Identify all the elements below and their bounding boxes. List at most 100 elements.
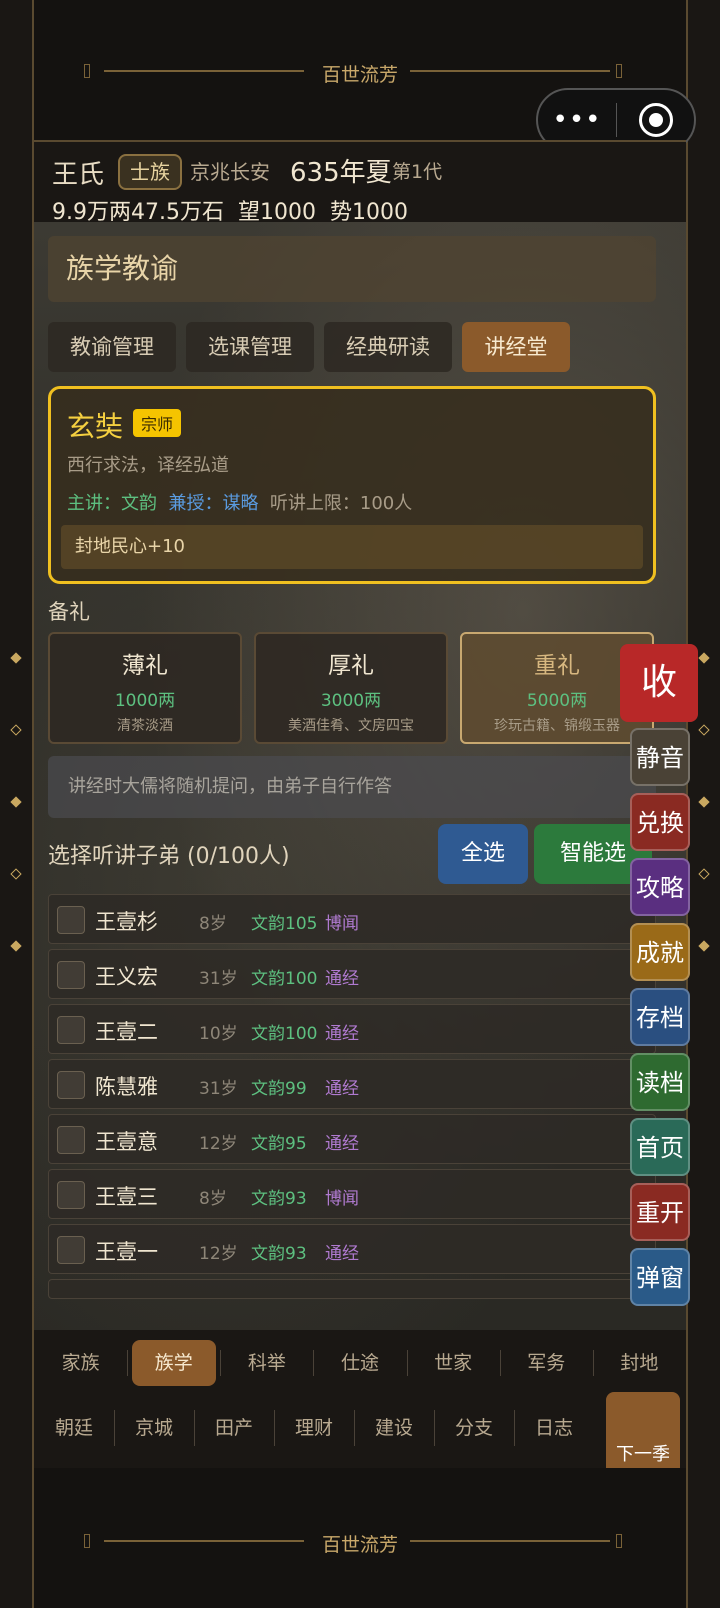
redeem-button[interactable]: 兑换: [630, 793, 690, 851]
secondary-nav: 朝廷 京城 田产 理财 建设 分支 日志: [34, 1396, 594, 1460]
capsule-divider: [616, 103, 617, 137]
guide-button[interactable]: 攻略: [630, 858, 690, 916]
student-skill: 文韵105: [251, 914, 318, 934]
banner-title: 百世流芳: [321, 64, 398, 86]
collapse-menu-button[interactable]: 收: [620, 644, 698, 722]
achievements-button[interactable]: 成就: [630, 923, 690, 981]
nav-military[interactable]: 军务: [499, 1340, 593, 1386]
teacher-rank-badge: 宗师: [133, 409, 182, 437]
restart-button[interactable]: 重开: [630, 1183, 690, 1241]
student-skill: 文韵100: [251, 969, 318, 989]
student-list: 王壹杉 8岁 文韵105 博闻 王义宏 31岁 文韵100 通经 王壹二 10岁…: [48, 894, 656, 1304]
teacher-motto: 西行求法，译经弘道: [67, 455, 229, 476]
nav-label: 家族: [61, 1352, 100, 1374]
nav-label: 封地: [620, 1352, 659, 1374]
teacher-name: 玄奘: [67, 410, 124, 443]
gift-desc: 美酒佳肴、文房四宝: [288, 718, 414, 734]
checkbox[interactable]: [57, 1126, 85, 1154]
frame-ornament: [10, 796, 22, 808]
nav-family[interactable]: 家族: [34, 1340, 127, 1386]
tab-course-management[interactable]: 选课管理: [186, 322, 314, 372]
nav-noble-families[interactable]: 世家: [406, 1340, 500, 1386]
generation-label: 第1代: [392, 161, 443, 183]
list-item[interactable]: 王壹一 12岁 文韵93 通经: [48, 1224, 656, 1274]
nav-career[interactable]: 仕途: [313, 1340, 406, 1386]
family-name: 王氏: [52, 160, 105, 190]
frame-ornament: [698, 940, 710, 952]
frame-ornament: [10, 724, 22, 736]
checkbox[interactable]: [57, 1071, 85, 1099]
student-name: 王壹一: [95, 1240, 158, 1264]
list-item[interactable]: 王壹二 10岁 文韵100 通经: [48, 1004, 656, 1054]
teacher-card: 玄奘 宗师 西行求法，译经弘道 主讲：文韵 兼授：谋略 听讲上限：100人 封地…: [48, 386, 656, 584]
nav-estates[interactable]: 田产: [194, 1396, 274, 1460]
frame-ornament: [698, 868, 710, 880]
gift-price: 3000两: [320, 691, 382, 711]
sub-subject-value: 谋略: [222, 493, 259, 514]
location-label: 京兆长安: [190, 160, 270, 184]
student-name: 王义宏: [95, 965, 158, 989]
banner-title: 百世流芳: [321, 1534, 398, 1556]
checkbox[interactable]: [57, 961, 85, 989]
nav-label: 科举: [247, 1352, 286, 1374]
checkbox[interactable]: [57, 1236, 85, 1264]
student-age: 8岁: [199, 1189, 227, 1209]
home-button[interactable]: 首页: [630, 1118, 690, 1176]
tab-lecture-hall[interactable]: 讲经堂: [462, 322, 570, 372]
checkbox[interactable]: [57, 906, 85, 934]
nav-court[interactable]: 朝廷: [34, 1396, 114, 1460]
content-area: 族学教谕 教谕管理 选课管理 经典研读 讲经堂 玄奘 宗师 西行求法，译经弘道 …: [34, 222, 686, 1330]
student-age: 31岁: [199, 969, 238, 989]
student-trait: 通经: [325, 1134, 359, 1154]
student-age: 31岁: [199, 1079, 238, 1099]
checkbox[interactable]: [57, 1016, 85, 1044]
student-select-title: 选择听讲子弟 (0/100人): [48, 844, 290, 869]
nav-construction[interactable]: 建设: [354, 1396, 434, 1460]
more-menu-button[interactable]: •••: [538, 105, 616, 135]
nav-imperial-exam[interactable]: 科举: [220, 1340, 313, 1386]
nav-label: 军务: [527, 1352, 566, 1374]
bottom-navigation: 家族 族学 科举 仕途 世家 军务 封地 朝廷 京城 田产 理财 建设 分支 日…: [34, 1330, 686, 1476]
nav-finance[interactable]: 理财: [274, 1396, 354, 1460]
list-item[interactable]: 王义宏 31岁 文韵100 通经: [48, 949, 656, 999]
year-label: 635年夏: [290, 158, 392, 188]
main-subject-value: 文韵: [121, 493, 157, 514]
nav-clan-school[interactable]: 族学: [127, 1340, 220, 1386]
save-button[interactable]: 存档: [630, 988, 690, 1046]
list-item[interactable]: 王壹杉 8岁 文韵105 博闻: [48, 894, 656, 944]
next-season-button[interactable]: 下一季: [606, 1392, 680, 1476]
load-button[interactable]: 读档: [630, 1053, 690, 1111]
frame-ornament: [698, 796, 710, 808]
gift-option-generous[interactable]: 厚礼 3000两 美酒佳肴、文房四宝: [254, 632, 448, 744]
target-icon[interactable]: [639, 103, 673, 137]
clan-badge: 士族: [118, 154, 182, 190]
sub-subject-label: 兼授：: [168, 493, 223, 514]
frame-ornament: [10, 652, 22, 664]
primary-nav: 家族 族学 科举 仕途 世家 军务 封地: [34, 1340, 686, 1386]
student-skill: 文韵95: [251, 1134, 307, 1154]
mute-button[interactable]: 静音: [630, 728, 690, 786]
gift-desc: 清茶淡酒: [117, 718, 173, 734]
banner-cap: [616, 1534, 622, 1548]
nav-fief[interactable]: 封地: [592, 1340, 686, 1386]
student-age: 10岁: [199, 1024, 238, 1044]
student-skill: 文韵93: [251, 1189, 307, 1209]
nav-log[interactable]: 日志: [514, 1396, 594, 1460]
select-all-button[interactable]: 全选: [438, 824, 528, 884]
list-item[interactable]: 王壹三 8岁 文韵93 博闻: [48, 1169, 656, 1219]
checkbox[interactable]: [57, 1181, 85, 1209]
tab-teaching-management[interactable]: 教谕管理: [48, 322, 176, 372]
list-item[interactable]: [48, 1279, 656, 1299]
nav-capital[interactable]: 京城: [114, 1396, 194, 1460]
student-skill: 文韵93: [251, 1244, 307, 1264]
tab-classics-study[interactable]: 经典研读: [324, 322, 452, 372]
gift-option-light[interactable]: 薄礼 1000两 清茶淡酒: [48, 632, 242, 744]
list-item[interactable]: 陈慧雅 31岁 文韵99 通经: [48, 1059, 656, 1109]
student-trait: 通经: [325, 969, 359, 989]
list-item[interactable]: 王壹意 12岁 文韵95 通经: [48, 1114, 656, 1164]
frame-ornament: [10, 940, 22, 952]
student-trait: 博闻: [325, 914, 359, 934]
nav-branches[interactable]: 分支: [434, 1396, 514, 1460]
popup-button[interactable]: 弹窗: [630, 1248, 690, 1306]
nav-label: 族学: [131, 1340, 216, 1386]
